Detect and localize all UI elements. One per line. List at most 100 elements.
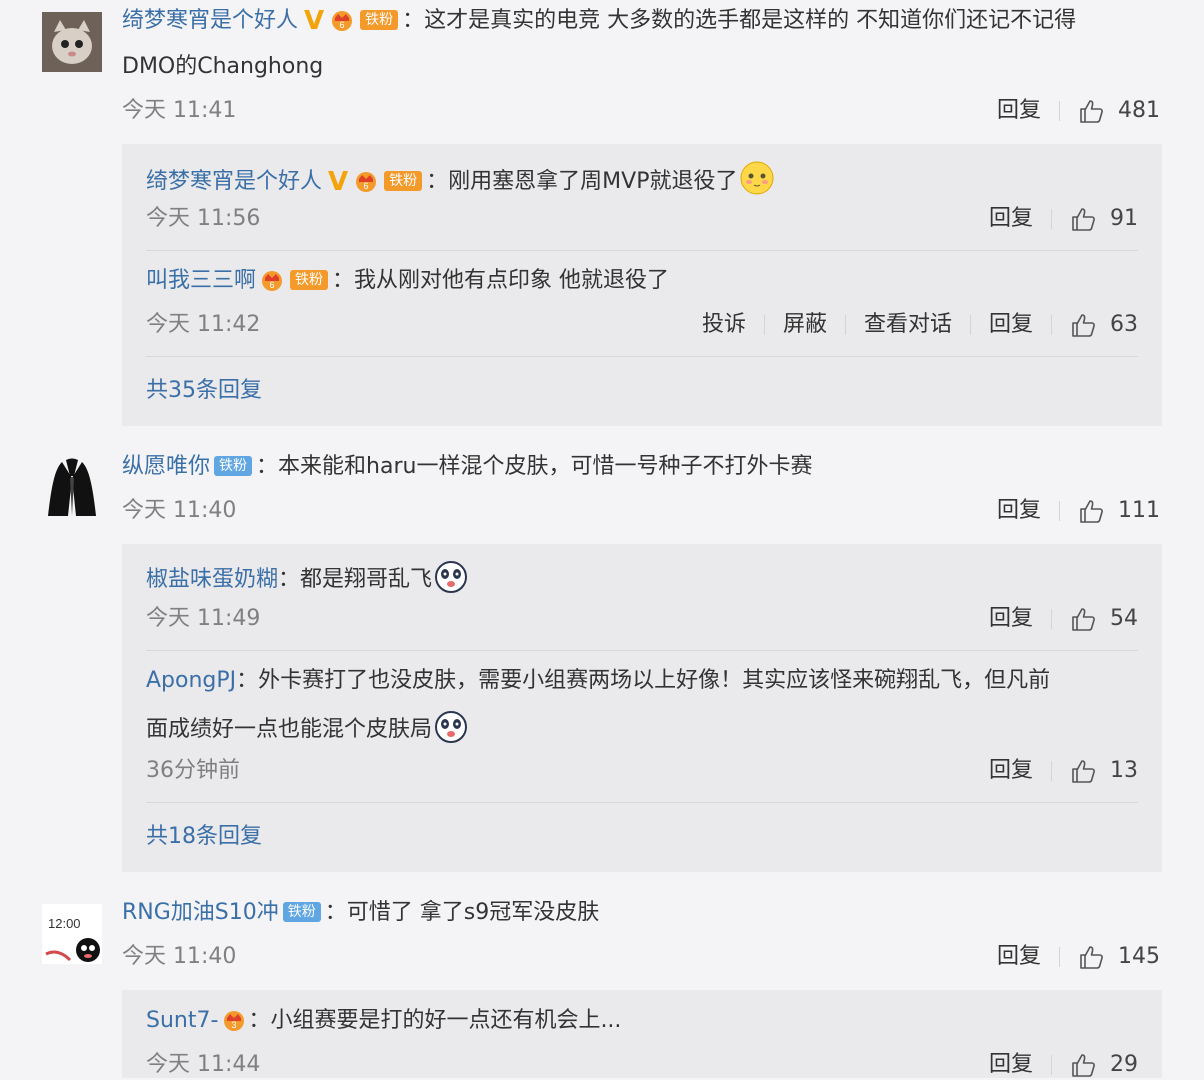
reply-text: 椒盐味蛋奶糊：都是翔哥乱飞 [146, 560, 468, 603]
divider [1051, 315, 1052, 335]
view-conversation-button[interactable]: 查看对话 [864, 310, 952, 340]
reply-actions: 回复 29 [989, 1050, 1138, 1080]
username-link[interactable]: RNG加油S10冲 [122, 900, 279, 925]
thumbs-up-icon [1072, 608, 1095, 631]
reply-button[interactable]: 回复 [989, 1050, 1033, 1080]
reply-body: 我从刚对他有点印象 他就退役了 [354, 268, 670, 293]
comment-actions: 回复 111 [997, 496, 1160, 526]
timestamp: 今天 11:44 [146, 1052, 261, 1077]
reply-button[interactable]: 回复 [989, 204, 1033, 234]
block-button[interactable]: 屏蔽 [783, 310, 827, 340]
divider [763, 315, 765, 335]
divider [146, 356, 1138, 357]
like-button[interactable]: 63 [1070, 310, 1138, 340]
thumbs-up-icon [1072, 314, 1095, 337]
reply-body: 面成绩好一点也能混个皮肤局 [146, 717, 433, 742]
more-replies-link[interactable]: 共18条回复 [146, 822, 262, 852]
fan-badge: 铁粉 [384, 171, 423, 191]
reply-text: Sunt7- 3 ：小组赛要是打的好一点还有机会上... [146, 1006, 621, 1040]
divider [1059, 501, 1060, 521]
avatar[interactable] [42, 12, 102, 72]
reply-actions: 投诉 屏蔽 查看对话 回复 63 [702, 310, 1138, 340]
thumbs-up-icon [1072, 1054, 1095, 1077]
reply-thread: 椒盐味蛋奶糊：都是翔哥乱飞 今天 11:49 回复 54 ApongPJ：外卡赛… [122, 544, 1162, 872]
like-button[interactable]: 54 [1070, 604, 1138, 634]
reply-body: 外卡赛打了也没皮肤，需要小组赛两场以上好像！其实应该怪来碗翔乱飞，但凡前 [258, 668, 1051, 693]
verified-v-icon: V [304, 6, 325, 36]
comment-text: RNG加油S10冲 铁粉 ：可惜了 拿了s9冠军没皮肤 [122, 900, 600, 925]
fan-badge: 铁粉 [290, 270, 329, 290]
more-replies-link[interactable]: 共35条回复 [146, 376, 262, 406]
panda-emoji-icon [434, 710, 468, 753]
reply-body: 小组赛要是打的好一点还有机会上... [270, 1008, 622, 1033]
divider [969, 315, 971, 335]
reply-button[interactable]: 回复 [989, 310, 1033, 340]
reply-thread: 绮梦寒宵是个好人 V 6 铁粉 ：刚用塞恩拿了周MVP就退役了 今天 11:56 回复 … [122, 144, 1162, 426]
verified-v-icon: V [328, 167, 349, 197]
username-link[interactable]: 纵愿唯你 [122, 454, 210, 479]
username-link[interactable]: Sunt7- [146, 1008, 218, 1033]
divider [146, 802, 1138, 803]
reply-button[interactable]: 回复 [989, 756, 1033, 786]
timestamp: 今天 11:49 [146, 606, 261, 631]
like-button[interactable]: 29 [1070, 1050, 1138, 1080]
divider [1051, 761, 1052, 781]
username-link[interactable]: 绮梦寒宵是个好人 [146, 169, 322, 194]
timestamp: 今天 11:56 [146, 206, 261, 231]
reply-body: 都是翔哥乱飞 [300, 567, 433, 592]
like-count: 111 [1118, 498, 1160, 523]
like-count: 91 [1110, 206, 1138, 231]
timestamp: 今天 11:41 [122, 98, 237, 123]
comment-body: 这才是真实的电竞 大多数的选手都是这样的 不知道你们还记不记得 [424, 8, 1077, 33]
comment-text: 绮梦寒宵是个好人 V 6 铁粉 ：这才是真实的电竞 大多数的选手都是这样的 不知道你们还… [122, 6, 1076, 40]
crown-badge-icon: 6 [330, 9, 354, 40]
thumbs-up-icon [1080, 100, 1103, 123]
reply-button[interactable]: 回复 [997, 96, 1041, 126]
reply-text: 叫我三三啊 6 铁粉 ：我从刚对他有点印象 他就退役了 [146, 266, 669, 300]
comment-actions: 回复 145 [997, 942, 1160, 972]
username-link[interactable]: ApongPJ [146, 668, 236, 693]
like-button[interactable]: 91 [1070, 204, 1138, 234]
reply-actions: 回复 91 [989, 204, 1138, 234]
divider [1051, 1055, 1052, 1075]
comment-text: 纵愿唯你 铁粉 ：本来能和haru一样混个皮肤，可惜一号种子不打外卡赛 [122, 454, 813, 479]
comment-body: 可惜了 拿了s9冠军没皮肤 [346, 900, 600, 925]
reply-button[interactable]: 回复 [997, 496, 1041, 526]
username-link[interactable]: 绮梦寒宵是个好人 [122, 8, 298, 33]
crown-badge-icon: 6 [354, 170, 378, 201]
reply-actions: 回复 13 [989, 756, 1138, 786]
reply-text: 绮梦寒宵是个好人 V 6 铁粉 ：刚用塞恩拿了周MVP就退役了 [146, 160, 775, 205]
like-count: 54 [1110, 606, 1138, 631]
fan-badge: 铁粉 [214, 456, 253, 476]
crown-badge-icon: 3 [222, 1009, 246, 1040]
like-button[interactable]: 481 [1078, 96, 1160, 126]
like-button[interactable]: 13 [1070, 756, 1138, 786]
svg-text:6: 6 [340, 20, 345, 30]
reply-body: 刚用塞恩拿了周MVP就退役了 [448, 169, 738, 194]
reply-button[interactable]: 回复 [997, 942, 1041, 972]
svg-text:3: 3 [232, 1020, 237, 1030]
reply-text: ApongPJ：外卡赛打了也没皮肤，需要小组赛两场以上好像！其实应该怪来碗翔乱飞… [146, 668, 1051, 693]
comment-actions: 回复 481 [997, 96, 1160, 126]
timestamp: 36分钟前 [146, 758, 240, 783]
divider [1059, 947, 1060, 967]
thumbs-up-icon [1072, 760, 1095, 783]
like-button[interactable]: 111 [1078, 496, 1160, 526]
divider [146, 650, 1138, 651]
like-count: 145 [1118, 944, 1160, 969]
thumbs-up-icon [1072, 208, 1095, 231]
like-button[interactable]: 145 [1078, 942, 1160, 972]
blush-emoji-icon [739, 160, 775, 205]
thumbs-up-icon [1080, 946, 1103, 969]
username-link[interactable]: 椒盐味蛋奶糊 [146, 567, 278, 592]
avatar[interactable]: 12:00 [42, 904, 102, 964]
reply-button[interactable]: 回复 [989, 604, 1033, 634]
timestamp: 今天 11:40 [122, 944, 237, 969]
avatar[interactable] [42, 456, 102, 516]
username-link[interactable]: 叫我三三啊 [146, 268, 256, 293]
svg-text:12:00: 12:00 [48, 916, 81, 931]
timestamp: 今天 11:40 [122, 498, 237, 523]
report-button[interactable]: 投诉 [702, 310, 746, 340]
divider [1059, 101, 1060, 121]
like-count: 481 [1118, 98, 1160, 123]
